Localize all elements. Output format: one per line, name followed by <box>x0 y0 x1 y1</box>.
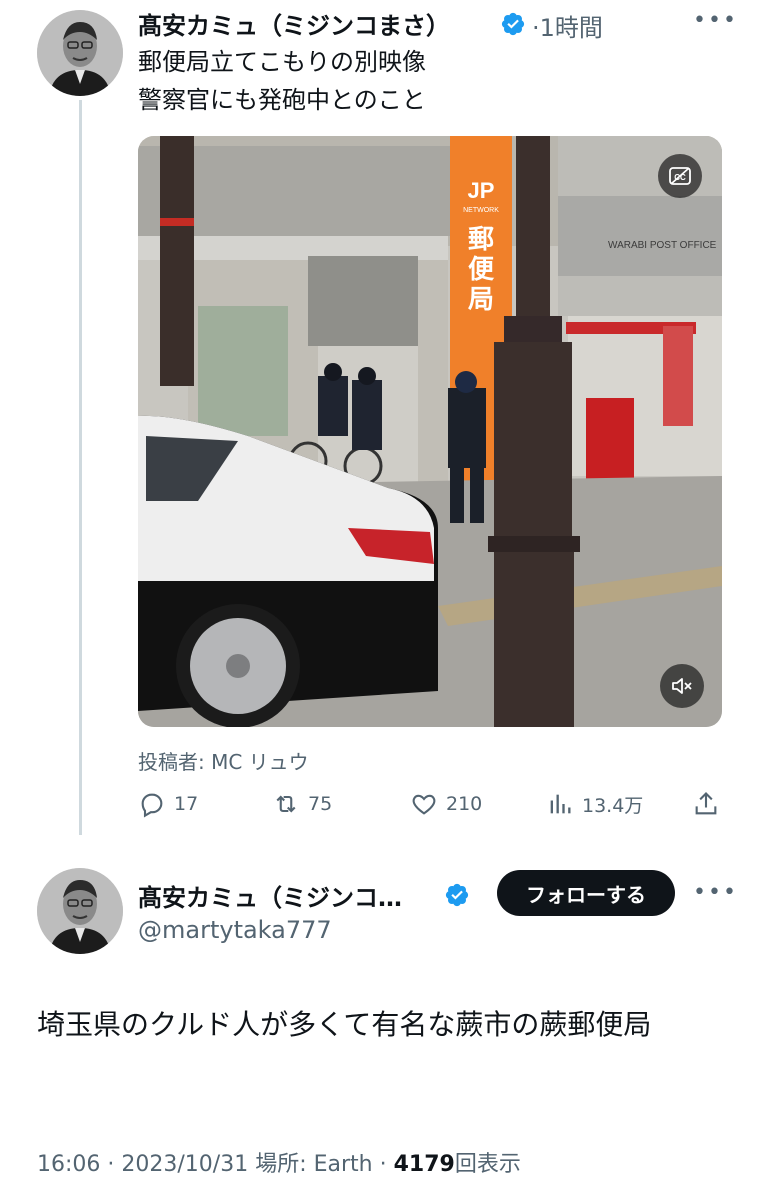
follow-button[interactable]: フォローする <box>497 870 675 916</box>
parent-text-line-1: 郵便局立てこもりの別映像 <box>138 48 426 76</box>
sign-brand-sub: NETWORK <box>463 207 499 214</box>
sign-char-3: 局 <box>468 285 494 315</box>
sign-char-2: 便 <box>468 255 495 285</box>
building-sign: WARABI POST OFFICE <box>608 240 717 251</box>
main-handle[interactable]: @martytaka777 <box>138 916 332 944</box>
parent-time-ago[interactable]: 1時間 <box>540 14 603 42</box>
verified-badge-icon <box>445 883 469 907</box>
views-count: 13.4万 <box>582 794 644 817</box>
avatar-portrait-image <box>37 868 123 954</box>
thread-connector-line <box>79 100 82 835</box>
separator-dot: · <box>379 1152 387 1177</box>
views-button[interactable]: 13.4万 <box>546 790 643 818</box>
main-avatar[interactable] <box>37 868 123 954</box>
tweet-location[interactable]: 場所: Earth <box>255 1152 372 1177</box>
main-tweet-text: 埼玉県のクルド人が多くて有名な蕨市の蕨郵便局 <box>37 1008 652 1041</box>
verified-badge-icon <box>501 12 525 36</box>
mute-button[interactable] <box>660 664 704 708</box>
more-options-icon[interactable]: ••• <box>693 880 738 905</box>
parent-video-media[interactable]: JP NETWORK 郵 便 局 WARABI POST OFFICE CC <box>138 136 722 727</box>
retweet-icon <box>276 795 296 813</box>
more-options-icon[interactable]: ••• <box>693 8 738 33</box>
media-credit[interactable]: 投稿者: MC リュウ <box>138 746 309 775</box>
parent-text-line-2: 警察官にも発砲中とのこと <box>138 86 426 114</box>
avatar-portrait-image <box>37 10 123 96</box>
parent-avatar[interactable] <box>37 10 123 96</box>
tweet-date[interactable]: 2023/10/31 <box>121 1152 248 1177</box>
sign-char-1: 郵 <box>468 225 494 255</box>
like-count: 210 <box>446 793 483 815</box>
speaker-muted-icon <box>672 678 692 694</box>
main-tweet-footer: 16:06 · 2023/10/31 場所: Earth · 4179回表示 <box>37 1146 521 1178</box>
retweet-button[interactable]: 75 <box>272 790 332 818</box>
reply-count: 17 <box>174 793 199 815</box>
share-icon <box>695 792 717 815</box>
heart-icon <box>412 794 436 815</box>
parent-meta: ·1時間 <box>532 8 603 43</box>
closed-captions-icon: CC <box>669 167 691 185</box>
video-frame-image: JP NETWORK 郵 便 局 WARABI POST OFFICE <box>138 136 722 727</box>
svg-text:CC: CC <box>674 173 686 182</box>
analytics-bars-icon <box>550 794 571 814</box>
like-button[interactable]: 210 <box>410 790 482 818</box>
separator-dot: · <box>532 14 540 42</box>
view-count: 4179 <box>393 1152 455 1177</box>
parent-author-name[interactable]: 髙安カミュ（ミジンコまさ） <box>138 6 450 41</box>
reply-icon <box>141 793 163 818</box>
tweet-time[interactable]: 16:06 <box>37 1152 100 1177</box>
view-label: 回表示 <box>454 1152 521 1177</box>
share-button[interactable] <box>692 790 720 818</box>
main-author-name[interactable]: 髙安カミュ（ミジンコ… <box>138 878 402 913</box>
closed-captions-button[interactable]: CC <box>658 154 702 198</box>
reply-button[interactable]: 17 <box>138 790 198 818</box>
retweet-count: 75 <box>308 793 333 815</box>
sign-brand: JP <box>468 178 495 203</box>
separator-dot: · <box>107 1152 115 1177</box>
